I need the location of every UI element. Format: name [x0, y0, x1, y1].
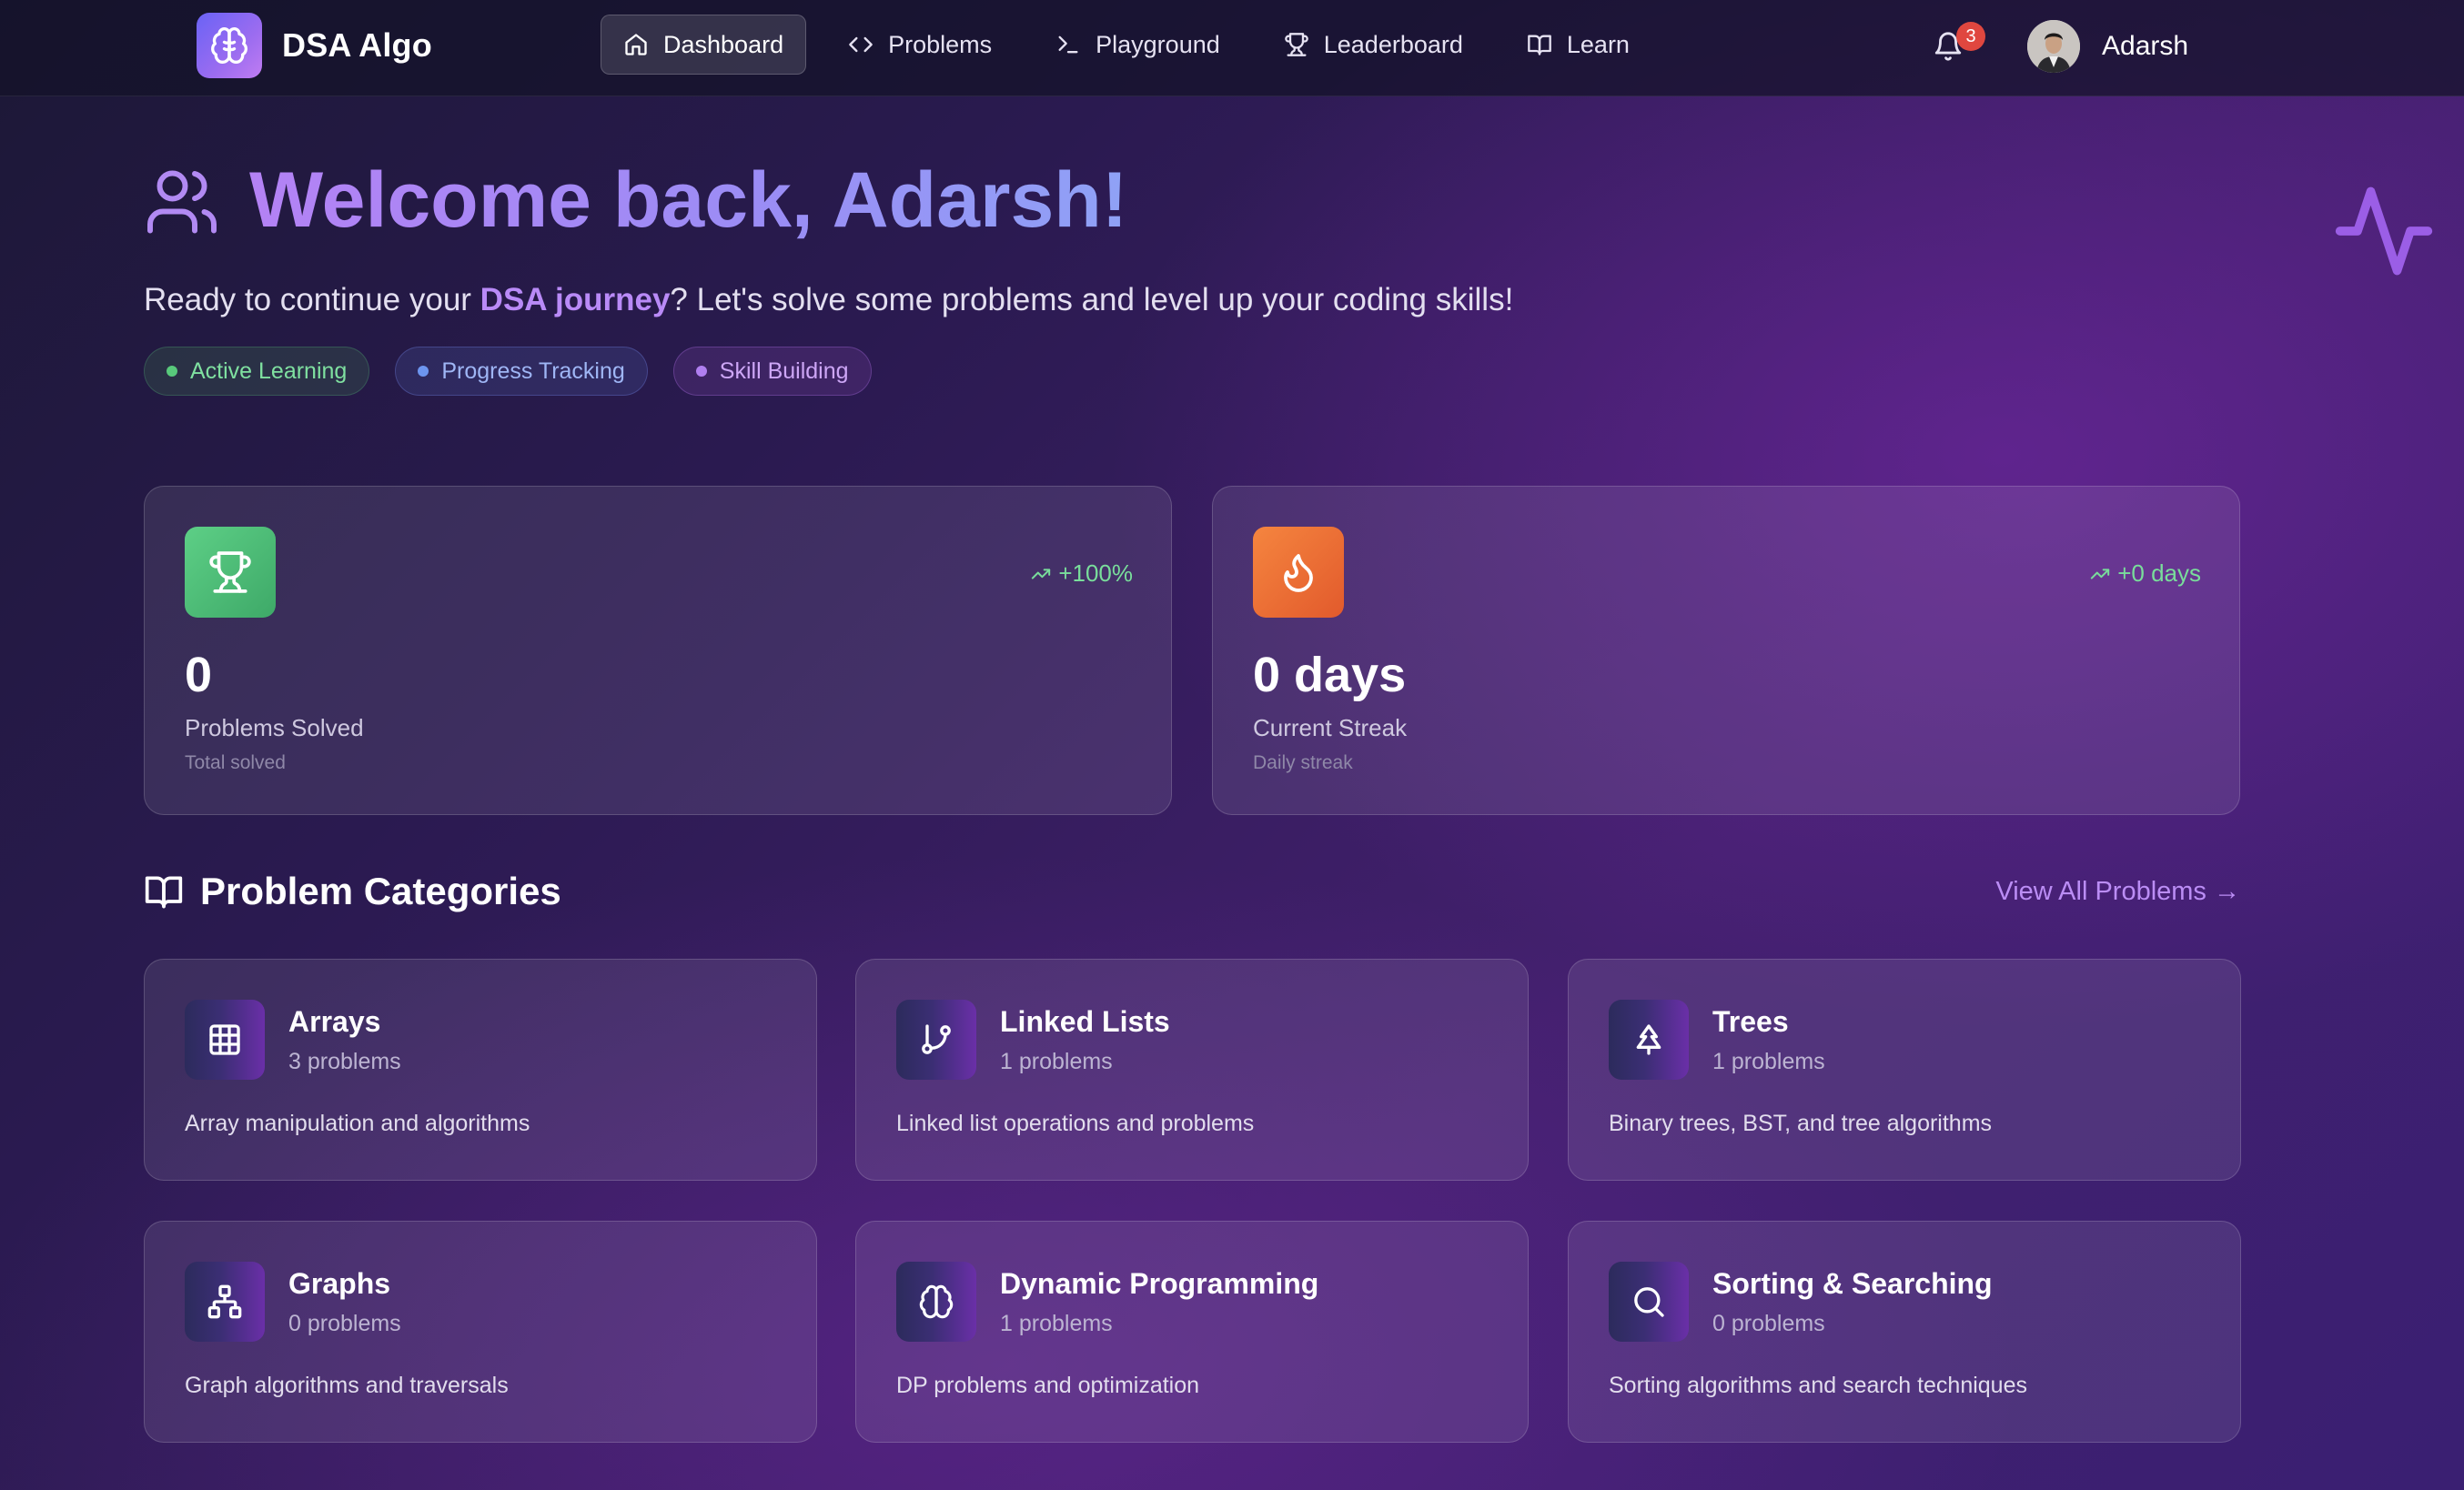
- trending-up-icon: [1031, 564, 1051, 584]
- category-card-linked-lists[interactable]: Linked Lists 1 problems Linked list oper…: [855, 959, 1529, 1181]
- git-branch-icon: [896, 1000, 976, 1080]
- home-icon: [623, 32, 649, 57]
- code-icon: [848, 32, 874, 57]
- tree-icon: [1609, 1000, 1689, 1080]
- section-title: Problem Categories: [200, 870, 561, 912]
- category-name: Graphs: [288, 1267, 391, 1300]
- trend-indicator: +0 days: [2090, 559, 2201, 588]
- book-open-icon: [144, 871, 184, 911]
- nav-learn-label: Learn: [1566, 30, 1630, 58]
- user-name: Adarsh: [2102, 31, 2189, 61]
- feature-pills: Active Learning Progress Tracking Skill …: [144, 347, 872, 396]
- avatar: [2027, 20, 2080, 73]
- terminal-icon: [1055, 32, 1081, 57]
- stat-sublabel: Total solved: [185, 752, 286, 773]
- category-name: Arrays: [288, 1005, 381, 1038]
- stat-value: 0 days: [1253, 648, 1407, 702]
- category-name: Linked Lists: [1000, 1005, 1170, 1038]
- brain-icon: [197, 13, 262, 78]
- app-name: DSA Algo: [282, 26, 432, 64]
- hero-subtitle-pre: Ready to continue your: [144, 282, 480, 317]
- nav-problems[interactable]: Problems: [826, 15, 1014, 75]
- nav-dashboard[interactable]: Dashboard: [601, 15, 807, 75]
- status-dot: [167, 366, 177, 377]
- nav-links: Dashboard Problems Playground Leaderboar…: [601, 15, 1651, 75]
- nav-learn[interactable]: Learn: [1505, 15, 1651, 75]
- category-count: 0 problems: [1712, 1311, 1825, 1336]
- hero-subtitle: Ready to continue your DSA journey? Let'…: [144, 282, 1513, 318]
- users-icon: [144, 164, 220, 240]
- category-card-graphs[interactable]: Graphs 0 problems Graph algorithms and t…: [144, 1221, 817, 1443]
- flame-icon: [1253, 527, 1344, 618]
- pill-active-learning: Active Learning: [144, 347, 370, 396]
- trophy-icon: [185, 527, 276, 618]
- view-all-problems-link[interactable]: View All Problems →: [1995, 877, 2240, 907]
- pill-skill-building: Skill Building: [672, 347, 872, 396]
- category-count: 3 problems: [288, 1049, 401, 1074]
- trophy-icon: [1284, 32, 1309, 57]
- user-menu[interactable]: Adarsh: [2027, 20, 2188, 73]
- category-card-sorting-searching[interactable]: Sorting & Searching 0 problems Sorting a…: [1568, 1221, 2241, 1443]
- stat-label: Current Streak: [1253, 714, 1408, 741]
- category-description: Array manipulation and algorithms: [185, 1111, 530, 1136]
- stat-label: Problems Solved: [185, 714, 364, 741]
- category-name: Dynamic Programming: [1000, 1267, 1319, 1300]
- nav-leaderboard[interactable]: Leaderboard: [1262, 15, 1485, 75]
- trend-value: +100%: [1058, 559, 1133, 587]
- book-icon: [1527, 32, 1552, 57]
- category-description: Sorting algorithms and search techniques: [1609, 1373, 2027, 1398]
- category-description: DP problems and optimization: [896, 1373, 1200, 1398]
- grid-icon: [185, 1000, 265, 1080]
- category-card-arrays[interactable]: Arrays 3 problems Array manipulation and…: [144, 959, 817, 1181]
- nav-right: 3 Adarsh: [1925, 16, 2188, 76]
- category-name: Sorting & Searching: [1712, 1267, 1993, 1300]
- stat-value: 0: [185, 648, 213, 702]
- pill-progress-tracking: Progress Tracking: [395, 347, 648, 396]
- category-count: 1 problems: [1712, 1049, 1825, 1074]
- category-description: Binary trees, BST, and tree algorithms: [1609, 1111, 1993, 1136]
- pill-label: Skill Building: [719, 357, 849, 384]
- nav-problems-label: Problems: [888, 30, 993, 58]
- category-description: Linked list operations and problems: [896, 1111, 1255, 1136]
- trend-indicator: +100%: [1031, 559, 1133, 588]
- category-count: 1 problems: [1000, 1049, 1113, 1074]
- nav-playground[interactable]: Playground: [1034, 15, 1242, 75]
- stat-sublabel: Daily streak: [1253, 752, 1353, 773]
- top-navbar: DSA Algo Dashboard Problems Playground L…: [0, 0, 2464, 96]
- category-name: Trees: [1712, 1005, 1789, 1038]
- stat-card-current-streak: +0 days 0 days Current Streak Daily stre…: [1212, 486, 2240, 815]
- pill-label: Progress Tracking: [441, 357, 625, 384]
- category-description: Graph algorithms and traversals: [185, 1373, 509, 1398]
- status-dot: [418, 366, 429, 377]
- category-count: 1 problems: [1000, 1311, 1113, 1336]
- trending-up-icon: [2090, 564, 2110, 584]
- pill-label: Active Learning: [190, 357, 348, 384]
- network-icon: [185, 1262, 265, 1342]
- nav-playground-label: Playground: [1096, 30, 1220, 58]
- page-title: Welcome back, Adarsh!: [249, 153, 1127, 247]
- brain-icon: [896, 1262, 976, 1342]
- notification-badge: 3: [1956, 22, 1985, 51]
- category-count: 0 problems: [288, 1311, 401, 1336]
- nav-dashboard-label: Dashboard: [663, 30, 784, 58]
- hero-subtitle-highlight: DSA journey: [480, 282, 671, 317]
- category-card-dynamic-programming[interactable]: Dynamic Programming 1 problems DP proble…: [855, 1221, 1529, 1443]
- hero-subtitle-post: ? Let's solve some problems and level up…: [670, 282, 1514, 317]
- stat-card-problems-solved: +100% 0 Problems Solved Total solved: [144, 486, 1172, 815]
- brand[interactable]: DSA Algo: [197, 13, 432, 78]
- trend-value: +0 days: [2117, 559, 2201, 587]
- notifications-button[interactable]: 3: [1925, 16, 1985, 76]
- status-dot: [695, 366, 707, 377]
- category-card-trees[interactable]: Trees 1 problems Binary trees, BST, and …: [1568, 959, 2241, 1181]
- nav-leaderboard-label: Leaderboard: [1323, 30, 1463, 58]
- activity-icon: [2331, 178, 2437, 284]
- section-header: Problem Categories: [144, 870, 561, 913]
- search-icon: [1609, 1262, 1689, 1342]
